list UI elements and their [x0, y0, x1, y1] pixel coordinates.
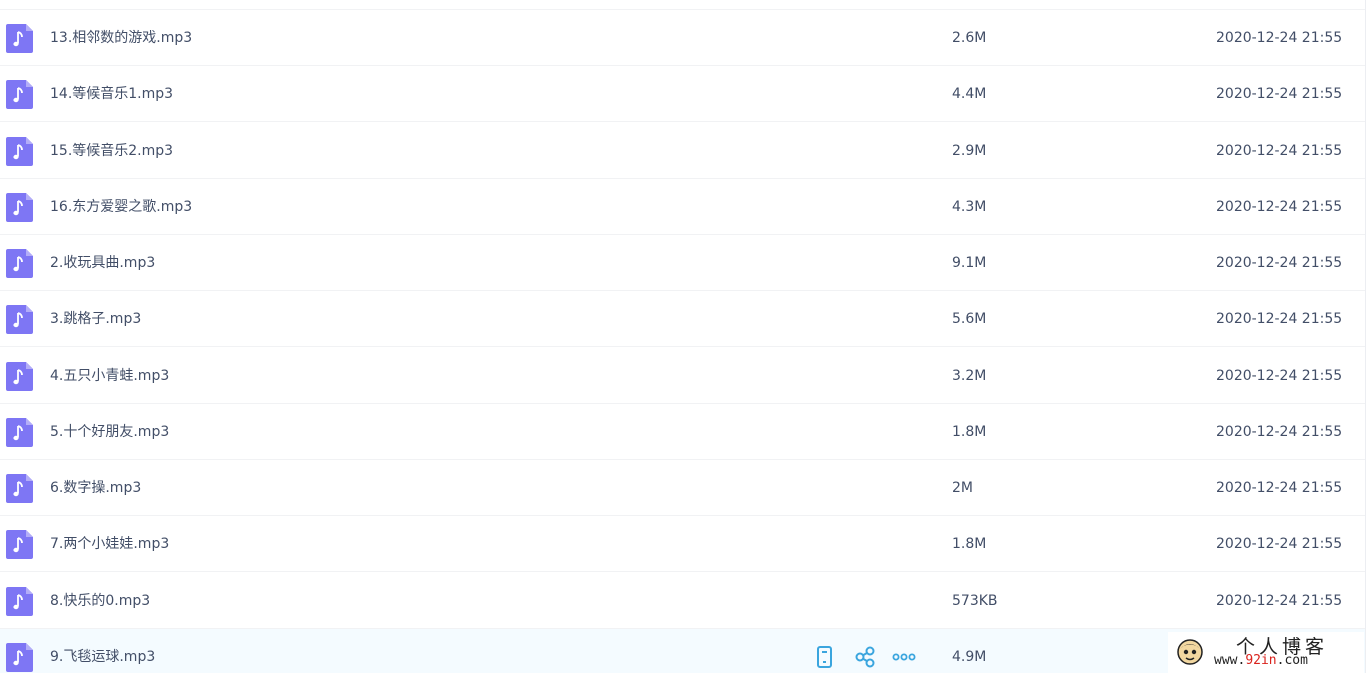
file-date: 2020-12-24 21:55 — [1216, 311, 1343, 328]
music-file-icon[interactable] — [6, 24, 33, 53]
blog-watermark: 个人博客 www.92in.com — [1168, 632, 1364, 673]
file-size: 2.9M — [952, 142, 987, 159]
watermark-url: www.92in.com — [1214, 653, 1308, 668]
file-size: 1.8M — [952, 536, 987, 553]
file-row[interactable]: 4.五只小青蛙.mp3 3.2M 2020-12-24 21:55 — [0, 348, 1366, 404]
file-name[interactable]: 4.五只小青蛙.mp3 — [50, 348, 169, 404]
more-icon[interactable] — [892, 646, 916, 668]
file-row[interactable]: 9.飞毯运球.mp3 4.9M — [0, 628, 1366, 673]
file-row[interactable]: 3.跳格子.mp3 5.6M 2020-12-24 21:55 — [0, 291, 1366, 348]
file-name[interactable]: 6.数字操.mp3 — [50, 460, 141, 516]
file-size: 4.4M — [952, 86, 987, 103]
file-row[interactable]: 6.数字操.mp3 2M 2020-12-24 21:55 — [0, 460, 1366, 516]
file-size: 1.8M — [952, 423, 987, 440]
watermark-url-prefix: www. — [1214, 653, 1246, 668]
music-file-icon[interactable] — [6, 361, 33, 391]
music-file-icon[interactable] — [6, 136, 33, 166]
watermark-logo-icon — [1177, 639, 1203, 665]
music-file-icon[interactable] — [6, 530, 33, 560]
file-size: 5.6M — [952, 311, 987, 328]
file-name[interactable]: 14.等候音乐1.mp3 — [50, 66, 173, 122]
file-date: 2020-12-24 21:55 — [1216, 142, 1343, 159]
file-size: 9.1M — [952, 255, 987, 271]
file-name[interactable]: 13.相邻数的游戏.mp3 — [50, 10, 192, 66]
file-date: 2020-12-24 21:55 — [1216, 592, 1343, 609]
file-date: 2020-12-24 21:55 — [1216, 480, 1343, 496]
file-size: 4.9M — [952, 648, 987, 665]
file-list: 13.相邻数的游戏.mp3 2.6M 2020-12-24 21:55 14.等候音乐… — [0, 0, 1366, 673]
music-file-icon[interactable] — [6, 474, 33, 503]
file-date: 2020-12-24 21:55 — [1216, 536, 1343, 553]
file-row[interactable]: 13.相邻数的游戏.mp3 2.6M 2020-12-24 21:55 — [0, 10, 1366, 66]
file-size: 3.2M — [952, 367, 987, 384]
music-file-icon[interactable] — [6, 642, 33, 672]
music-file-icon[interactable] — [6, 305, 33, 335]
file-row[interactable]: 7.两个小娃娃.mp3 1.8M 2020-12-24 21:55 — [0, 516, 1366, 573]
music-file-icon[interactable] — [6, 417, 33, 447]
share-icon[interactable] — [852, 646, 876, 668]
music-file-icon[interactable] — [6, 80, 33, 110]
file-date: 2020-12-24 21:55 — [1216, 423, 1343, 440]
file-name[interactable]: 3.跳格子.mp3 — [50, 291, 141, 347]
file-size: 2.6M — [952, 30, 987, 46]
file-name[interactable]: 7.两个小娃娃.mp3 — [50, 516, 169, 572]
file-row[interactable]: 8.快乐的0.mp3 573KB 2020-12-24 21:55 — [0, 573, 1366, 629]
file-row[interactable]: 15.等候音乐2.mp3 2.9M 2020-12-24 21:55 — [0, 123, 1366, 179]
send-to-phone-icon[interactable] — [812, 645, 836, 668]
file-date: 2020-12-24 21:55 — [1216, 198, 1343, 215]
file-name[interactable]: 9.飞毯运球.mp3 — [50, 629, 155, 673]
file-size: 4.3M — [952, 198, 987, 215]
file-row[interactable]: 14.等候音乐1.mp3 4.4M 2020-12-24 21:55 — [0, 66, 1366, 123]
file-name[interactable]: 5.十个好朋友.mp3 — [50, 404, 169, 460]
file-row[interactable]: 16.东方爱婴之歌.mp3 4.3M 2020-12-24 21:55 — [0, 179, 1366, 235]
file-date: 2020-12-24 21:55 — [1216, 30, 1343, 46]
music-file-icon[interactable] — [6, 249, 33, 278]
file-date: 2020-12-24 21:55 — [1216, 367, 1343, 384]
file-row[interactable]: 2.收玩具曲.mp3 9.1M 2020-12-24 21:55 — [0, 235, 1366, 291]
file-date: 2020-12-24 21:55 — [1216, 86, 1343, 103]
file-size: 2M — [952, 480, 973, 496]
file-size: 573KB — [952, 592, 998, 609]
music-file-icon[interactable] — [6, 586, 33, 616]
watermark-url-suffix: .com — [1276, 653, 1308, 668]
file-date: 2020-12-24 21:55 — [1216, 255, 1343, 271]
music-file-icon[interactable] — [6, 192, 33, 222]
watermark-url-highlight: 92in — [1245, 653, 1277, 668]
file-name[interactable]: 8.快乐的0.mp3 — [50, 573, 150, 629]
file-row[interactable]: 5.十个好朋友.mp3 1.8M 2020-12-24 21:55 — [0, 404, 1366, 460]
file-name[interactable]: 16.东方爱婴之歌.mp3 — [50, 179, 192, 235]
file-name[interactable]: 15.等候音乐2.mp3 — [50, 123, 173, 179]
file-name[interactable]: 2.收玩具曲.mp3 — [50, 235, 155, 291]
